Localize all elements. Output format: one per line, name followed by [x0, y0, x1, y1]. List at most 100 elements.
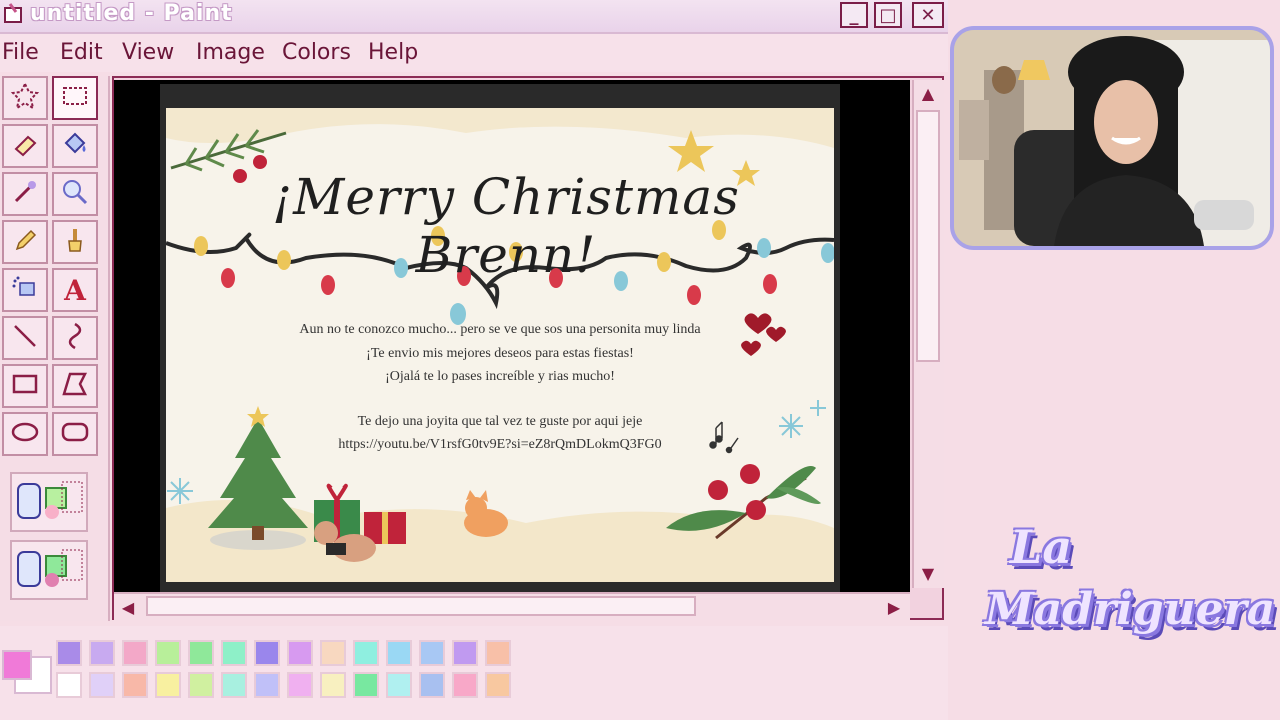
card-title: ¡Merry Christmas Brenn! [272, 168, 740, 284]
maximize-button[interactable]: □ [874, 2, 902, 28]
palette-swatch[interactable] [56, 672, 82, 698]
color-palette [0, 626, 948, 720]
menu-view[interactable]: View [122, 40, 174, 65]
star-icon [668, 130, 714, 172]
card-line-4: Te dejo una joyita que tal vez te guste … [357, 414, 643, 429]
scroll-down-icon[interactable]: ▼ [914, 560, 942, 586]
minimize-button[interactable]: _ [840, 2, 868, 28]
scroll-up-icon[interactable]: ▲ [914, 80, 942, 106]
curve-icon [60, 321, 90, 355]
horizontal-scrollbar[interactable]: ◀ ▶ [114, 592, 910, 620]
palette-swatch[interactable] [419, 672, 445, 698]
rect-select-tool[interactable] [52, 76, 98, 120]
palette-swatch[interactable] [419, 640, 445, 666]
foreground-color-swatch[interactable] [2, 650, 32, 680]
free-select-tool[interactable] [2, 76, 48, 120]
palette-swatch[interactable] [485, 640, 511, 666]
polygon-tool[interactable] [52, 364, 98, 408]
palette-swatch[interactable] [452, 640, 478, 666]
ellipse-icon [10, 417, 40, 451]
palette-swatch[interactable] [320, 640, 346, 666]
palette-swatch[interactable] [155, 672, 181, 698]
palette-swatch[interactable] [221, 672, 247, 698]
magnifier-tool[interactable] [52, 172, 98, 216]
curve-tool[interactable] [52, 316, 98, 360]
ellipse-tool[interactable] [2, 412, 48, 456]
horizontal-scroll-thumb[interactable] [146, 596, 696, 616]
airbrush-icon [10, 273, 40, 307]
eraser-icon [10, 129, 40, 163]
close-button[interactable]: ✕ [912, 2, 944, 28]
palette-swatch[interactable] [287, 640, 313, 666]
rounded-rect-tool[interactable] [52, 412, 98, 456]
menu-image[interactable]: Image [196, 40, 265, 65]
pencil-tool[interactable] [2, 220, 48, 264]
palette-swatch[interactable] [188, 672, 214, 698]
free-select-icon [10, 81, 40, 115]
palette-swatch[interactable] [122, 640, 148, 666]
palette-swatch[interactable] [89, 640, 115, 666]
card-line-2: ¡Te envio mis mejores deseos para estas … [366, 346, 634, 361]
palette-swatch[interactable] [320, 672, 346, 698]
rounded-rect-icon [60, 417, 90, 451]
palette-swatch[interactable] [155, 640, 181, 666]
menu-edit[interactable]: Edit [60, 40, 103, 65]
airbrush-tool[interactable] [2, 268, 48, 312]
pencil-icon [10, 225, 40, 259]
paint-app-icon [2, 2, 26, 26]
title-bar: untitled - Paint _ □ ✕ [0, 0, 948, 34]
palette-swatch[interactable] [254, 640, 280, 666]
shape-outline-icon [17, 481, 83, 519]
rect-select-icon [60, 81, 90, 115]
menu-colors[interactable]: Colors [282, 40, 351, 65]
tool-panel: A [0, 76, 110, 621]
fill-style-filled-option[interactable] [10, 540, 88, 600]
window-title: untitled - Paint [30, 1, 233, 26]
vertical-scrollbar[interactable]: ▲ ▼ [912, 80, 944, 588]
palette-swatch[interactable] [221, 640, 247, 666]
palette-swatch[interactable] [89, 672, 115, 698]
card-youtube-link[interactable]: https://youtu.be/V1rsfG0tv9E?si=eZ8rQmDL… [166, 437, 834, 453]
fill-style-outline-option[interactable] [10, 472, 88, 532]
palette-swatch[interactable] [188, 640, 214, 666]
line-tool[interactable] [2, 316, 48, 360]
fill-bucket-tool[interactable] [52, 124, 98, 168]
palette-swatch[interactable] [56, 640, 82, 666]
menu-file[interactable]: File [2, 40, 39, 65]
vertical-scroll-thumb[interactable] [916, 110, 940, 362]
shape-filled-icon [17, 549, 83, 587]
magnifier-icon [60, 177, 90, 211]
palette-swatch[interactable] [452, 672, 478, 698]
palette-swatch[interactable] [287, 672, 313, 698]
cat-icon [464, 490, 508, 537]
menu-help[interactable]: Help [368, 40, 418, 65]
palette-swatch[interactable] [122, 672, 148, 698]
christmas-card-image[interactable]: ¡Merry Christmas Brenn! Aun no te conozc… [166, 108, 834, 582]
eraser-tool[interactable] [2, 124, 48, 168]
scroll-left-icon[interactable]: ◀ [114, 594, 142, 620]
channel-logo-line1: La [1010, 520, 1073, 574]
text-tool[interactable]: A [52, 268, 98, 312]
color-picker-icon [10, 177, 40, 211]
color-picker-tool[interactable] [2, 172, 48, 216]
text-icon: A [64, 273, 86, 307]
card-line-3: ¡Ojalá te lo pases increíble y rias much… [385, 369, 615, 384]
card-line-1: Aun no te conozco mucho... pero se ve qu… [299, 322, 701, 337]
scroll-right-icon[interactable]: ▶ [880, 594, 908, 620]
menu-bar: File Edit View Image Colors Help [0, 34, 948, 72]
palette-swatch[interactable] [254, 672, 280, 698]
webcam-overlay [950, 26, 1274, 250]
line-icon [10, 321, 40, 355]
polygon-icon [60, 369, 90, 403]
rectangle-tool[interactable] [2, 364, 48, 408]
palette-swatch[interactable] [386, 640, 412, 666]
brush-icon [60, 225, 90, 259]
palette-swatch[interactable] [353, 672, 379, 698]
brush-tool[interactable] [52, 220, 98, 264]
palette-swatch[interactable] [485, 672, 511, 698]
channel-logo-line2: Madriguera [985, 584, 1276, 635]
rectangle-icon [10, 369, 40, 403]
palette-swatch[interactable] [353, 640, 379, 666]
streamer-webcam-image [954, 30, 1270, 246]
palette-swatch[interactable] [386, 672, 412, 698]
